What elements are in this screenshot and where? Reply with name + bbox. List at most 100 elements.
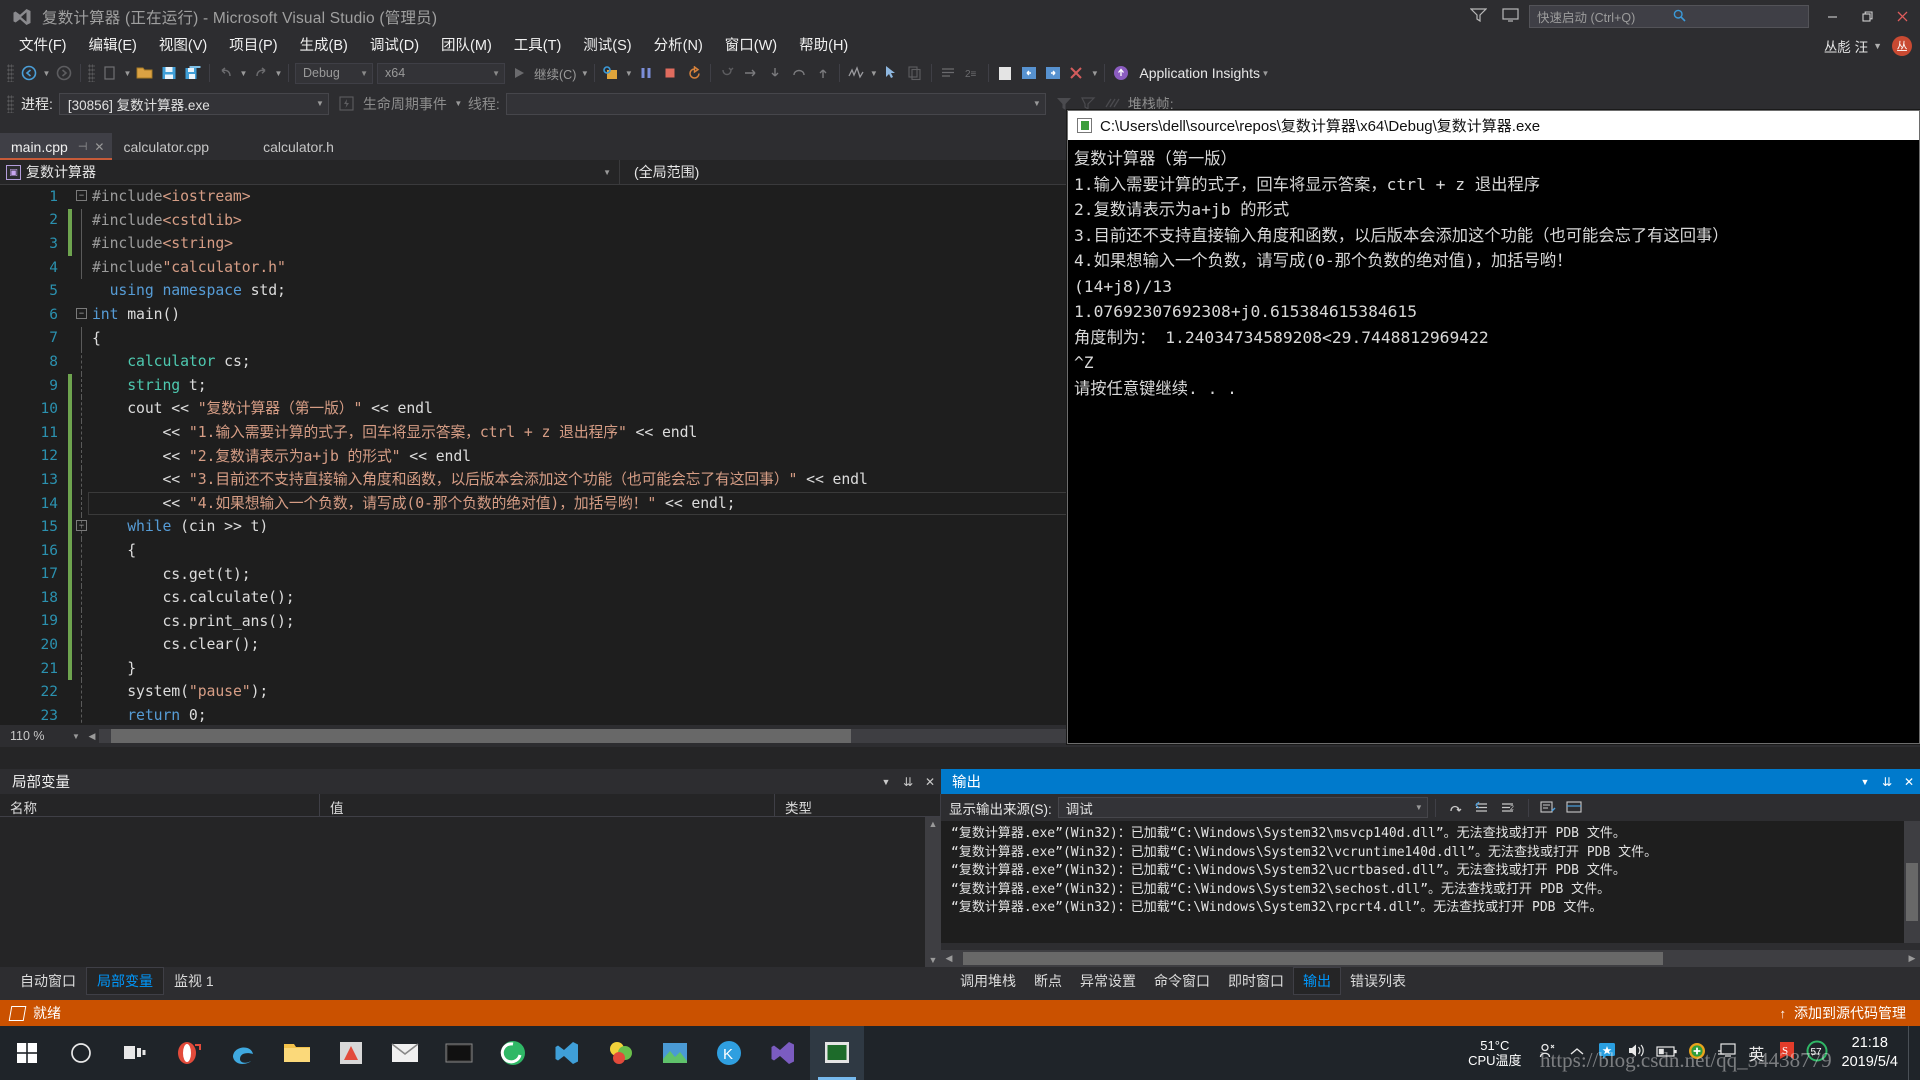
- close-button[interactable]: [1885, 0, 1920, 33]
- pin-icon[interactable]: ⇊: [1876, 775, 1898, 789]
- locals-column-value[interactable]: 值: [320, 794, 775, 816]
- taskbar-app-paint[interactable]: [594, 1026, 648, 1080]
- close-icon[interactable]: ✕: [1898, 775, 1920, 789]
- attach-process-icon[interactable]: [599, 61, 623, 85]
- zoom-level[interactable]: 110 %: [0, 729, 72, 743]
- start-button[interactable]: [0, 1026, 54, 1080]
- show-desktop-button[interactable]: [1908, 1026, 1916, 1080]
- fold-gutter[interactable]: [72, 373, 92, 398]
- ime-indicator[interactable]: 英: [1742, 1041, 1772, 1065]
- fold-gutter[interactable]: [72, 586, 92, 610]
- fold-gutter[interactable]: [72, 350, 92, 374]
- menu-test[interactable]: 测试(S): [572, 34, 642, 58]
- locals-vertical-scrollbar[interactable]: ▲ ▼: [925, 817, 941, 967]
- taskbar-app-vs-alt[interactable]: [756, 1026, 810, 1080]
- taskbar-app-file-explorer[interactable]: [270, 1026, 324, 1080]
- scroll-down-arrow-icon[interactable]: ▼: [929, 953, 938, 967]
- menu-window[interactable]: 窗口(W): [714, 34, 788, 58]
- continue-caret-icon[interactable]: ▼: [579, 69, 590, 78]
- fold-gutter[interactable]: [72, 562, 92, 587]
- toolbar-grip[interactable]: [7, 94, 14, 113]
- navigate-backward-icon[interactable]: [17, 61, 41, 85]
- application-insights-caret-icon[interactable]: ▼: [1260, 69, 1271, 78]
- fold-gutter[interactable]: [72, 255, 92, 280]
- menu-project[interactable]: 项目(P): [218, 34, 288, 58]
- taskbar-app-mail[interactable]: [378, 1026, 432, 1080]
- step-out-icon[interactable]: [787, 61, 811, 85]
- fold-gutter[interactable]: [72, 680, 92, 705]
- taskbar-clock[interactable]: 21:18 2019/5/4: [1832, 1034, 1908, 1072]
- menu-debug[interactable]: 调试(D): [359, 34, 430, 58]
- chevron-down-icon[interactable]: ▼: [1873, 41, 1882, 51]
- collapse-icon[interactable]: −: [76, 190, 87, 201]
- taskbar-app-browser360[interactable]: [486, 1026, 540, 1080]
- fold-gutter[interactable]: −: [72, 303, 92, 327]
- pin-icon[interactable]: ⇊: [897, 775, 919, 789]
- menu-file[interactable]: 文件(F): [8, 34, 78, 58]
- scroll-left-arrow-icon[interactable]: ◀: [85, 731, 99, 742]
- close-icon[interactable]: ✕: [919, 775, 941, 789]
- source-control-group[interactable]: ↑ 添加到源代码管理: [1780, 1003, 1920, 1023]
- output-horizontal-scrollbar[interactable]: ◀ ▶: [941, 950, 1920, 967]
- fold-gutter[interactable]: [72, 232, 92, 256]
- fold-gutter[interactable]: −: [72, 185, 92, 209]
- people-icon[interactable]: [1532, 1042, 1562, 1065]
- volume-icon[interactable]: [1622, 1042, 1652, 1064]
- step-over-icon[interactable]: [763, 61, 787, 85]
- output-vertical-scrollbar[interactable]: [1904, 821, 1920, 943]
- project-scope-combo[interactable]: ▣ 复数计算器 ▼: [0, 159, 620, 185]
- security-shield-icon[interactable]: [1682, 1042, 1712, 1065]
- fold-gutter[interactable]: [72, 208, 92, 233]
- solution-configuration-combo[interactable]: Debug ▼: [295, 62, 373, 84]
- toolbar-grip[interactable]: [7, 64, 14, 82]
- fold-gutter[interactable]: [72, 279, 92, 303]
- pin-icon[interactable]: ⊣: [78, 140, 88, 153]
- solution-explorer-icon[interactable]: [1017, 61, 1041, 85]
- toolbox-icon[interactable]: [1065, 61, 1089, 85]
- attach-caret-icon[interactable]: ▼: [623, 69, 634, 78]
- menu-edit[interactable]: 编辑(E): [78, 34, 148, 58]
- stop-debugging-icon[interactable]: [658, 61, 682, 85]
- taskbar-app-edge[interactable]: [216, 1026, 270, 1080]
- source-control-label[interactable]: 添加到源代码管理: [1794, 1003, 1906, 1023]
- thread-combo[interactable]: ▼: [505, 92, 1046, 115]
- search-icon[interactable]: [1666, 9, 1808, 25]
- battery-icon[interactable]: [1652, 1044, 1682, 1063]
- menu-team[interactable]: 团队(M): [430, 34, 503, 58]
- application-insights-icon[interactable]: [1109, 61, 1133, 85]
- menu-view[interactable]: 视图(V): [148, 34, 218, 58]
- locals-grid[interactable]: 名称 值 类型 ▲ ▼: [0, 794, 941, 967]
- scrollbar-thumb[interactable]: [963, 952, 1663, 965]
- tab-command-window[interactable]: 命令窗口: [1145, 968, 1219, 994]
- tab-main-cpp[interactable]: main.cpp ⊣ ✕: [0, 133, 113, 160]
- locals-column-name[interactable]: 名称: [0, 794, 320, 816]
- taskbar-app-kugou[interactable]: K: [702, 1026, 756, 1080]
- scrollbar-thumb[interactable]: [1906, 863, 1918, 921]
- fold-gutter[interactable]: [72, 609, 92, 634]
- scroll-right-arrow-icon[interactable]: ▶: [1904, 953, 1920, 964]
- diagnostics-caret-icon[interactable]: ▼: [868, 69, 879, 78]
- tab-exception-settings[interactable]: 异常设置: [1071, 968, 1145, 994]
- application-insights-label[interactable]: Application Insights: [1139, 65, 1260, 81]
- tab-immediate-window[interactable]: 即时窗口: [1219, 968, 1293, 994]
- save-all-icon[interactable]: [181, 61, 205, 85]
- taskbar-app-console-active[interactable]: [810, 1026, 864, 1080]
- fold-gutter[interactable]: −: [72, 515, 92, 539]
- fold-gutter[interactable]: [72, 633, 92, 657]
- toggle-panel-icon[interactable]: [993, 61, 1017, 85]
- new-project-icon[interactable]: [98, 61, 122, 85]
- tab-output[interactable]: 输出: [1293, 967, 1341, 995]
- locals-column-type[interactable]: 类型: [775, 794, 941, 816]
- restore-button[interactable]: [1850, 0, 1885, 33]
- taskbar-app-opera[interactable]: [162, 1026, 216, 1080]
- scroll-left-arrow-icon[interactable]: ◀: [941, 953, 957, 964]
- fold-gutter[interactable]: [72, 656, 92, 681]
- fold-gutter[interactable]: [72, 420, 92, 445]
- tab-watch1[interactable]: 监视 1: [164, 968, 224, 994]
- find-message-icon[interactable]: [1443, 797, 1469, 819]
- menu-analyze[interactable]: 分析(N): [643, 34, 714, 58]
- sogou-input-icon[interactable]: S: [1772, 1041, 1802, 1065]
- send-feedback-icon[interactable]: [1495, 8, 1525, 25]
- battery-percent-icon[interactable]: 57: [1802, 1040, 1832, 1067]
- taskbar-app-store[interactable]: [324, 1026, 378, 1080]
